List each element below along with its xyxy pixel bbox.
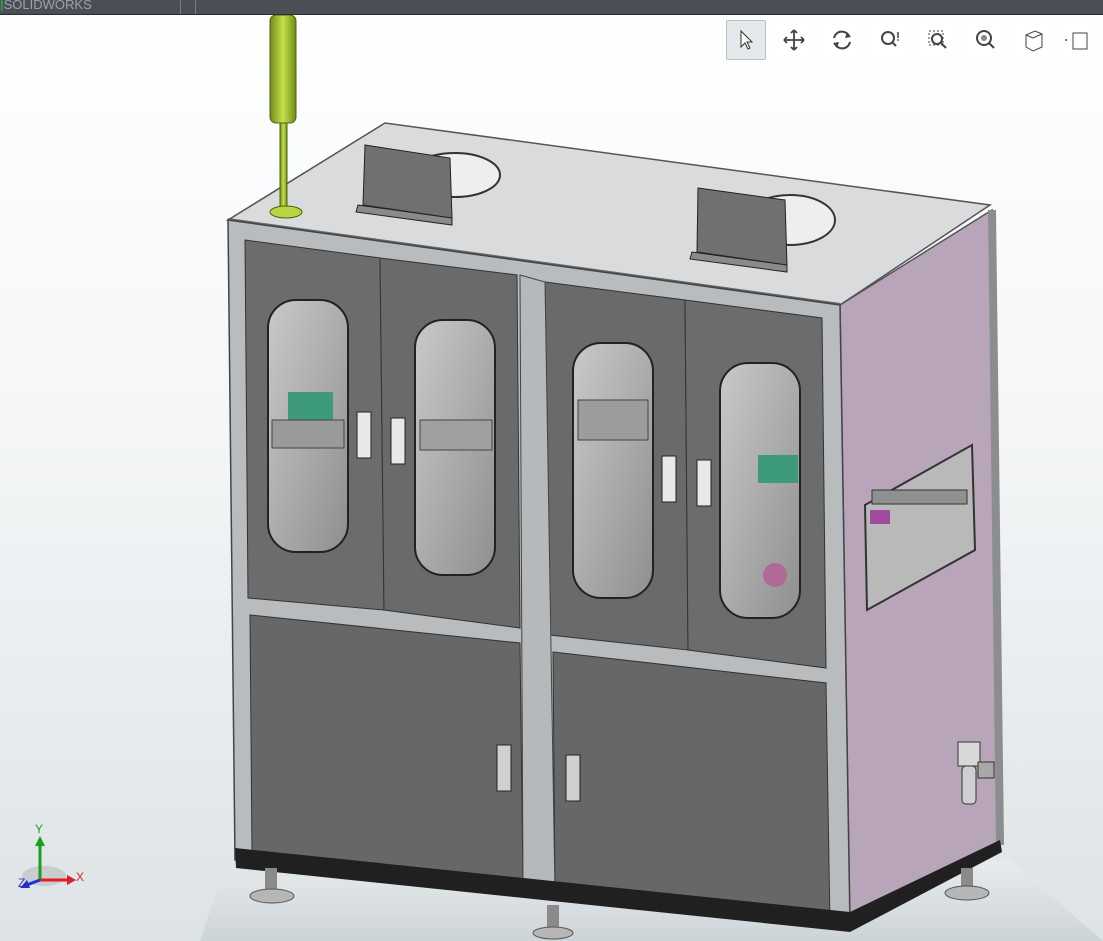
door-handle[interactable] [356, 411, 372, 459]
display-style-icon [1065, 32, 1088, 50]
internal-rail [419, 419, 493, 451]
select-button[interactable] [726, 20, 766, 60]
triad-y-label: Y [35, 822, 44, 836]
door-handle[interactable] [661, 455, 677, 503]
zoom-to-fit-icon [976, 30, 995, 49]
triad-x-label: X [76, 870, 85, 884]
side-sensor [870, 510, 890, 524]
heads-up-view-toolbar [726, 20, 1092, 60]
pan-arrows-icon [783, 29, 805, 51]
title-bar: |SOLIDWORKS [0, 0, 1103, 15]
door-lower-left[interactable] [249, 614, 524, 886]
door-lower-right[interactable] [552, 651, 831, 926]
cursor-arrow-icon [740, 29, 754, 50]
door-handle[interactable] [696, 459, 712, 507]
rotate-view-icon [833, 30, 851, 50]
internal-cylinder [763, 563, 787, 587]
window-4 [719, 362, 801, 619]
internal-rail [271, 419, 345, 449]
internal-rail [577, 399, 649, 441]
display-style-button[interactable] [1062, 20, 1092, 60]
door-handle[interactable] [496, 744, 512, 792]
rotate-button[interactable] [822, 20, 862, 60]
view-cube-icon [1025, 30, 1043, 52]
door-handle[interactable] [565, 754, 581, 802]
title-separator [195, 0, 196, 14]
graphics-viewport[interactable] [0, 15, 1103, 941]
triad-z-label: Z [18, 876, 26, 890]
zoom-to-area-icon [928, 30, 947, 49]
zoom-in-out-button[interactable] [870, 20, 910, 60]
pan-button[interactable] [774, 20, 814, 60]
zoom-to-fit-button[interactable] [966, 20, 1006, 60]
view-orientation-button[interactable] [1014, 20, 1054, 60]
zoom-in-out-icon [881, 31, 899, 47]
door-handle[interactable] [390, 417, 406, 465]
window-3 [572, 342, 654, 599]
coordinate-triad: Y X Z [12, 820, 92, 900]
app-logo: |SOLIDWORKS [0, 0, 92, 12]
zoom-to-area-button[interactable] [918, 20, 958, 60]
title-separator [180, 0, 181, 14]
side-rail [871, 489, 968, 505]
internal-motor [758, 455, 798, 483]
internal-motor [288, 392, 333, 422]
